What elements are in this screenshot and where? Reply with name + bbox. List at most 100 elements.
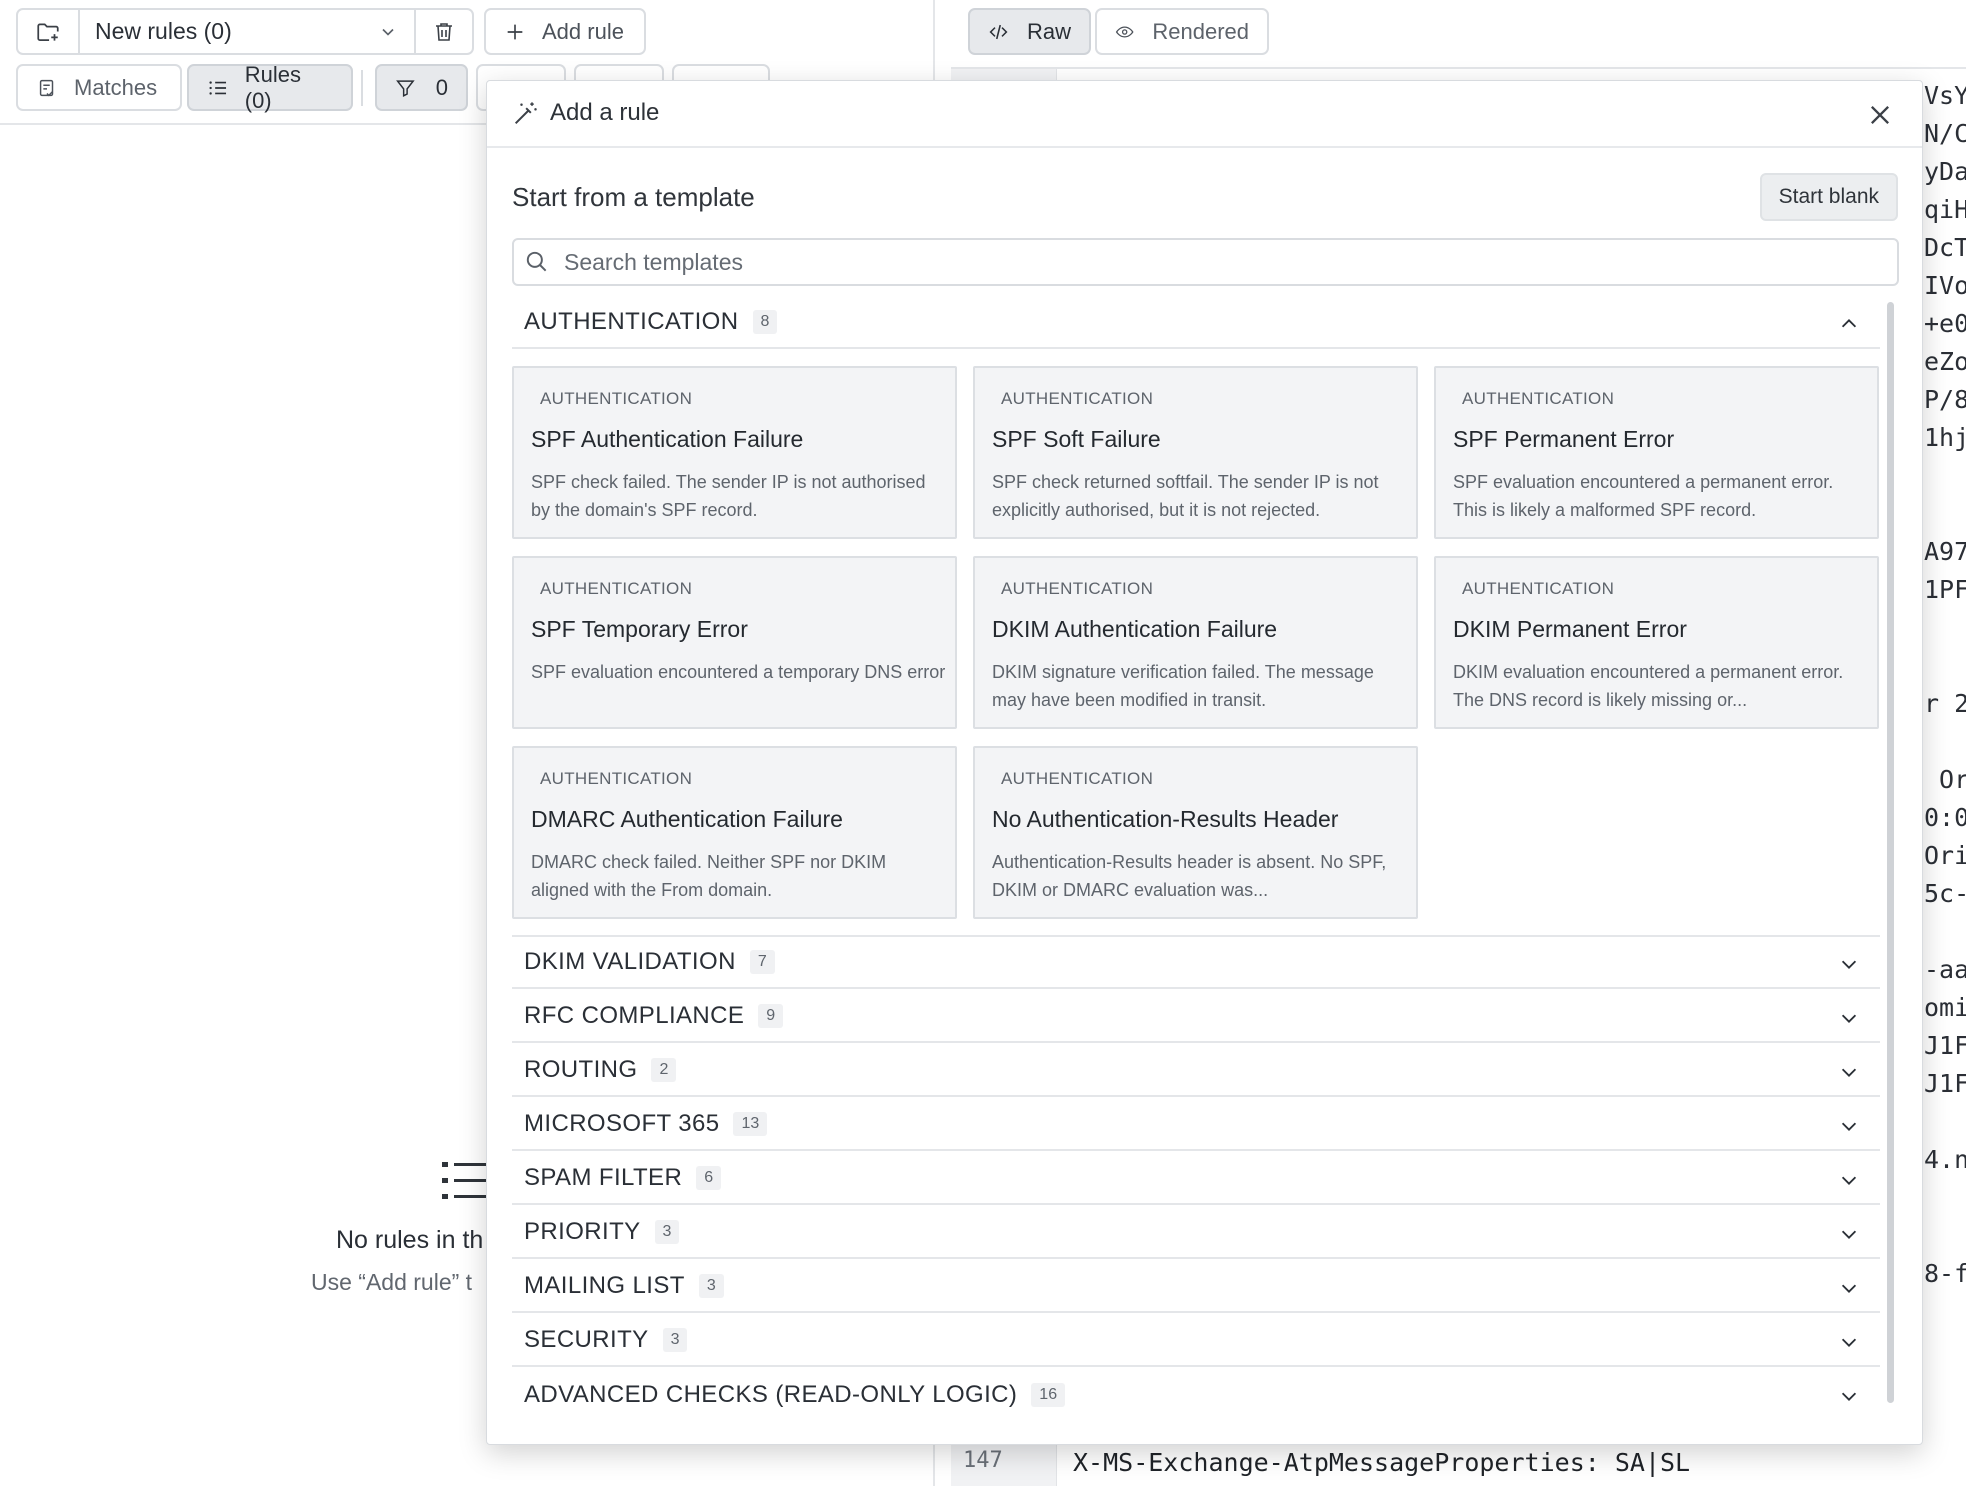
rules-tab[interactable]: Rules (0) bbox=[187, 61, 353, 113]
card-category-tag: AUTHENTICATION bbox=[1462, 579, 1615, 598]
matches-tab-label: Matches bbox=[74, 74, 158, 100]
card-title: SPF Authentication Failure bbox=[531, 426, 804, 452]
add-rule-button[interactable]: Add rule bbox=[484, 8, 646, 55]
template-card[interactable]: AUTHENTICATION DMARC Authentication Fail… bbox=[512, 746, 957, 919]
category-count: 7 bbox=[749, 950, 775, 974]
category-name: MAILING LIST bbox=[524, 1272, 685, 1299]
category-count: 8 bbox=[752, 310, 778, 334]
code-line: Ori bbox=[1924, 841, 1966, 870]
folder-plus-icon bbox=[37, 23, 59, 41]
template-card[interactable]: AUTHENTICATION DKIM Authentication Failu… bbox=[973, 556, 1418, 729]
category-name: SPAM FILTER bbox=[524, 1164, 683, 1191]
ruleset-dropdown-label: New rules (0) bbox=[95, 18, 232, 44]
category-count: 3 bbox=[662, 1328, 688, 1352]
raw-view-label: Raw bbox=[1026, 18, 1071, 44]
category-name: ROUTING bbox=[524, 1056, 638, 1083]
category-header-spam-filter[interactable]: SPAM FILTER 6 bbox=[512, 1153, 1880, 1205]
card-category-tag: AUTHENTICATION bbox=[1001, 389, 1154, 408]
card-description: Authentication-Results header is absent.… bbox=[992, 852, 1387, 900]
card-description: DKIM evaluation encountered a permanent … bbox=[1453, 662, 1844, 710]
card-description: SPF check returned softfail. The sender … bbox=[992, 472, 1379, 520]
category-header-dkim-validation[interactable]: DKIM VALIDATION 7 bbox=[512, 937, 1880, 989]
scrollbar[interactable] bbox=[1887, 302, 1894, 1403]
template-card[interactable]: AUTHENTICATION SPF Temporary Error SPF e… bbox=[512, 556, 957, 729]
category-header-security[interactable]: SECURITY 3 bbox=[512, 1315, 1880, 1367]
rules-tab-label: Rules (0) bbox=[244, 61, 301, 113]
code-line: J1F bbox=[1924, 1069, 1966, 1098]
card-description: SPF check failed. The sender IP is not a… bbox=[531, 472, 926, 520]
template-card[interactable]: AUTHENTICATION SPF Permanent Error SPF e… bbox=[1434, 366, 1879, 539]
category-count: 16 bbox=[1031, 1383, 1066, 1407]
category-header-microsoft-365[interactable]: MICROSOFT 365 13 bbox=[512, 1099, 1880, 1151]
dialog-header: Add a rule bbox=[487, 81, 1922, 148]
card-title: SPF Permanent Error bbox=[1453, 426, 1675, 452]
rendered-view-tab[interactable]: Rendered bbox=[1095, 8, 1269, 55]
raw-view-divider bbox=[951, 67, 1966, 69]
code-line: eZo bbox=[1924, 347, 1966, 376]
code-line: omi bbox=[1924, 993, 1966, 1022]
card-category-tag: AUTHENTICATION bbox=[1001, 769, 1154, 788]
plus-icon bbox=[507, 24, 523, 39]
category-count: 3 bbox=[698, 1274, 724, 1298]
raw-view-tab[interactable]: Raw bbox=[968, 8, 1091, 55]
dialog-title: Add a rule bbox=[550, 99, 660, 126]
delete-ruleset-button[interactable] bbox=[414, 10, 472, 53]
add-rule-dialog: Add a rule Start from a template Start b… bbox=[486, 80, 1923, 1445]
matches-tab[interactable]: Matches bbox=[16, 64, 182, 111]
category-header-authentication[interactable]: AUTHENTICATION 8 bbox=[512, 297, 1880, 349]
template-section-title: Start from a template bbox=[512, 182, 755, 212]
card-title: SPF Temporary Error bbox=[531, 616, 748, 642]
code-line: r 2 bbox=[1924, 689, 1966, 718]
close-icon[interactable] bbox=[1866, 101, 1894, 129]
code-line: 1hj bbox=[1924, 423, 1966, 452]
category-count: 3 bbox=[654, 1220, 680, 1244]
category-header-routing[interactable]: ROUTING 2 bbox=[512, 1045, 1880, 1097]
list-icon bbox=[442, 1162, 492, 1199]
template-card[interactable]: AUTHENTICATION SPF Soft Failure SPF chec… bbox=[973, 366, 1418, 539]
code-line: A97 bbox=[1924, 537, 1966, 566]
new-ruleset-button[interactable] bbox=[18, 10, 78, 53]
filter-button[interactable]: 0 bbox=[375, 64, 468, 111]
clipboard-check-icon bbox=[39, 79, 54, 96]
template-card[interactable]: AUTHENTICATION No Authentication-Results… bbox=[973, 746, 1418, 919]
category-count: 6 bbox=[696, 1166, 722, 1190]
template-card[interactable]: AUTHENTICATION SPF Authentication Failur… bbox=[512, 366, 957, 539]
category-header-advanced-checks[interactable]: ADVANCED CHECKS (READ-ONLY LOGIC) 16 bbox=[512, 1369, 1880, 1421]
code-line: J1F bbox=[1924, 1031, 1966, 1060]
eye-icon bbox=[1115, 26, 1134, 37]
code-line: N/C bbox=[1924, 119, 1966, 148]
chevron-down-icon bbox=[382, 28, 394, 36]
search-input[interactable] bbox=[564, 248, 1864, 276]
ruleset-dropdown[interactable]: New rules (0) bbox=[78, 10, 414, 53]
code-line: -aa bbox=[1924, 955, 1966, 984]
start-blank-button[interactable]: Start blank bbox=[1759, 173, 1898, 221]
chevron-down-icon bbox=[1841, 1230, 1857, 1239]
card-description: DKIM signature verification failed. The … bbox=[992, 662, 1374, 710]
category-name: SECURITY bbox=[524, 1326, 649, 1353]
card-title: DKIM Authentication Failure bbox=[992, 616, 1278, 642]
category-header-mailing-list[interactable]: MAILING LIST 3 bbox=[512, 1261, 1880, 1313]
category-header-priority[interactable]: PRIORITY 3 bbox=[512, 1207, 1880, 1259]
template-list: AUTHENTICATION 8 AUTHENTICATION SPF Auth… bbox=[512, 297, 1880, 1465]
card-title: No Authentication-Results Header bbox=[992, 806, 1339, 832]
template-card[interactable]: AUTHENTICATION DKIM Permanent Error DKIM… bbox=[1434, 556, 1879, 729]
category-name: DKIM VALIDATION bbox=[524, 948, 736, 975]
chevron-down-icon bbox=[1841, 1014, 1857, 1023]
card-title: DMARC Authentication Failure bbox=[531, 806, 843, 832]
chevron-down-icon bbox=[1841, 1392, 1857, 1401]
chevron-down-icon bbox=[1841, 1284, 1857, 1293]
code-line: 1PF bbox=[1924, 575, 1966, 604]
card-category-tag: AUTHENTICATION bbox=[540, 389, 693, 408]
add-rule-label: Add rule bbox=[542, 18, 624, 44]
magic-wand-icon bbox=[514, 102, 537, 125]
chevron-down-icon bbox=[1841, 1176, 1857, 1185]
code-icon bbox=[989, 24, 1008, 39]
category-header-rfc-compliance[interactable]: RFC COMPLIANCE 9 bbox=[512, 991, 1880, 1043]
code-line: 0:0 bbox=[1924, 803, 1966, 832]
template-search bbox=[512, 238, 1899, 286]
card-description: SPF evaluation encountered a temporary D… bbox=[531, 662, 946, 682]
category-count: 13 bbox=[733, 1112, 768, 1136]
filter-icon bbox=[396, 79, 415, 97]
card-description: DMARC check failed. Neither SPF nor DKIM… bbox=[531, 852, 887, 900]
code-line: 4.n bbox=[1924, 1145, 1966, 1174]
